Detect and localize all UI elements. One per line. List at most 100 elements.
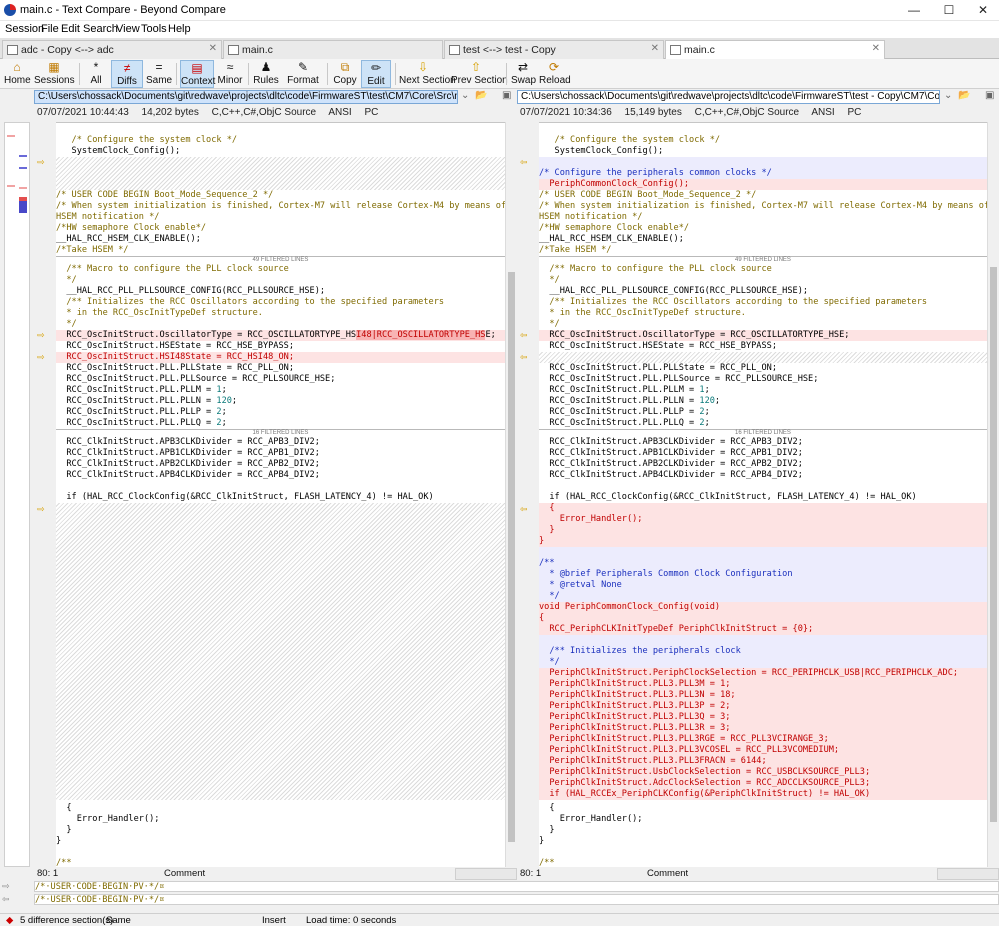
filtered-lines-divider[interactable]: 16 FILTERED LINES: [539, 429, 987, 437]
copy-button[interactable]: ⧉ Copy: [332, 60, 358, 88]
close-tab-icon[interactable]: ✕: [872, 43, 880, 54]
filtered-lines-divider[interactable]: 49 FILTERED LINES: [56, 256, 505, 264]
menu-view[interactable]: View: [116, 23, 140, 35]
menu-tools[interactable]: Tools: [141, 23, 167, 35]
tab-main-c-active[interactable]: main.c ✕: [665, 40, 885, 60]
left-cursor-position: 80: 1: [37, 868, 157, 880]
left-gutter[interactable]: ⇨ ⇨ ⇨ ⇨: [34, 122, 56, 867]
rules-button[interactable]: ♟ Rules: [253, 60, 279, 88]
tab-adc-compare[interactable]: adc - Copy <--> adc ✕: [2, 40, 222, 59]
minor-button[interactable]: ≈ Minor: [217, 60, 243, 88]
close-tab-icon[interactable]: ✕: [209, 43, 217, 54]
edit-button[interactable]: ✏ Edit: [361, 60, 391, 88]
right-syntax-select[interactable]: C,C++,C#,ObjC Source: [695, 107, 800, 118]
copy-to-right-arrow-icon[interactable]: ⇨: [37, 505, 47, 514]
right-horizontal-scrollbar[interactable]: [937, 868, 999, 880]
scroll-thumb[interactable]: [990, 267, 997, 822]
close-window-button[interactable]: ✕: [966, 0, 999, 21]
overview-diff-mark: [19, 201, 27, 213]
code-line-added: RCC_PeriphCLKInitTypeDef PeriphClkInitSt…: [539, 624, 987, 635]
left-path-history-icon[interactable]: ⌄: [461, 90, 469, 101]
code-line-added: PeriphClkInitStruct.PLL3.PLL3P = 2;: [539, 701, 987, 712]
code-line: /* Configure the system clock */: [56, 135, 238, 145]
code-line: /**: [56, 858, 72, 867]
copy-to-right-arrow-icon[interactable]: ⇨: [37, 331, 47, 340]
right-vertical-scrollbar[interactable]: [987, 122, 999, 867]
code-line-added: PeriphClkInitStruct.PLL3.PLL3N = 18;: [539, 690, 987, 701]
copy-to-right-arrow-icon[interactable]: ⇨: [37, 353, 47, 362]
code-line: /* Configure the system clock */: [539, 135, 721, 145]
copy-to-left-arrow-icon[interactable]: ⇦: [520, 158, 530, 167]
menu-session[interactable]: Session: [5, 23, 44, 35]
difference-warning-icon: ◆: [6, 915, 14, 926]
left-horizontal-scrollbar[interactable]: [455, 868, 517, 880]
copy-to-left-arrow-icon[interactable]: ⇦: [520, 331, 530, 340]
filtered-lines-divider[interactable]: 49 FILTERED LINES: [539, 256, 987, 264]
right-save-icon[interactable]: ▣: [985, 90, 994, 101]
left-text-pane[interactable]: /* Configure the system clock */ SystemC…: [56, 122, 505, 867]
arrow-up-icon: ⇧: [470, 60, 482, 74]
all-button[interactable]: * All: [84, 60, 108, 88]
left-eol[interactable]: PC: [364, 107, 378, 118]
current-line-left: /*·USER·CODE·BEGIN·PV·*/¤: [34, 881, 999, 892]
next-section-button[interactable]: ⇩ Next Section: [399, 60, 456, 88]
right-mode-indicator: Comment: [647, 868, 727, 880]
reload-button[interactable]: ⟳ Reload: [539, 60, 571, 88]
overview-diff-mark: [7, 185, 15, 187]
left-syntax-select[interactable]: C,C++,C#,ObjC Source: [212, 107, 317, 118]
menu-help[interactable]: Help: [168, 23, 191, 35]
home-button[interactable]: ⌂ Home: [4, 60, 31, 88]
window-title: main.c - Text Compare - Beyond Compare: [20, 4, 226, 16]
sessions-button[interactable]: ▦ Sessions: [34, 60, 75, 88]
code-line: */: [56, 319, 77, 329]
code-line: /** Initializes the RCC Oscillators acco…: [56, 297, 445, 307]
right-path-input[interactable]: C:\Users\chossack\Documents\git\redwave\…: [517, 90, 940, 104]
context-button[interactable]: ▤ Context: [180, 60, 215, 88]
format-button[interactable]: ✎ Format: [283, 60, 323, 88]
minimize-button[interactable]: —: [897, 0, 931, 21]
difference-overview-map[interactable]: [4, 122, 30, 867]
same-button[interactable]: = Same: [146, 60, 172, 88]
left-file-size: 14,202 bytes: [141, 107, 199, 118]
right-browse-folder-icon[interactable]: 📂: [958, 90, 970, 101]
reload-icon: ⟳: [548, 60, 560, 74]
copy-to-left-arrow-icon[interactable]: ⇦: [520, 353, 530, 362]
menu-file[interactable]: File: [41, 23, 59, 35]
copy-icon: ⧉: [340, 60, 350, 74]
code-line: RCC_ClkInitStruct.APB3CLKDivider = RCC_A…: [56, 437, 320, 447]
copy-to-right-arrow-icon[interactable]: ⇨: [37, 158, 47, 167]
right-path-history-icon[interactable]: ⌄: [944, 90, 952, 101]
left-file-info: 07/07/2021 10:44:43 14,202 bytes C,C++,C…: [37, 107, 388, 121]
right-eol[interactable]: PC: [847, 107, 861, 118]
code-line: */: [539, 275, 560, 285]
code-line: SystemClock_Config();: [539, 146, 664, 156]
tab-test-compare[interactable]: test <--> test - Copy ✕: [444, 40, 664, 59]
code-line: /* When system initialization is finishe…: [56, 201, 505, 211]
status-bar: ◆ 5 difference section(s) Same Insert Lo…: [0, 913, 999, 926]
maximize-button[interactable]: ☐: [932, 0, 966, 21]
insert-mode: Insert: [262, 915, 286, 926]
swap-button[interactable]: ⇄ Swap: [511, 60, 536, 88]
left-path-input[interactable]: C:\Users\chossack\Documents\git\redwave\…: [34, 90, 458, 104]
menu-search[interactable]: Search: [83, 23, 118, 35]
scroll-thumb[interactable]: [508, 272, 515, 842]
left-vertical-scrollbar[interactable]: [505, 122, 517, 867]
prev-section-button[interactable]: ⇧ Prev Section: [451, 60, 508, 88]
left-encoding-select[interactable]: ANSI: [328, 107, 351, 118]
right-text-pane[interactable]: /* Configure the system clock */ SystemC…: [539, 122, 987, 867]
text-compare-icon: [670, 45, 681, 55]
right-encoding-select[interactable]: ANSI: [811, 107, 834, 118]
copy-to-left-arrow-icon[interactable]: ⇦: [520, 505, 530, 514]
left-file-date: 07/07/2021 10:44:43: [37, 107, 129, 118]
right-gutter[interactable]: ⇦ ⇦ ⇦ ⇦: [517, 122, 539, 867]
rules-person-icon: ♟: [260, 60, 272, 74]
code-line: }: [539, 825, 555, 835]
close-tab-icon[interactable]: ✕: [651, 43, 659, 54]
diffs-button[interactable]: ≠ Diffs: [111, 60, 143, 88]
filtered-lines-divider[interactable]: 16 FILTERED LINES: [56, 429, 505, 437]
code-line-added: PeriphClkInitStruct.PLL3.PLL3VCOSEL = RC…: [539, 745, 987, 756]
left-browse-folder-icon[interactable]: 📂: [475, 90, 487, 101]
menu-edit[interactable]: Edit: [61, 23, 80, 35]
tab-main-c-1[interactable]: main.c: [223, 40, 443, 59]
left-save-icon[interactable]: ▣: [502, 90, 511, 101]
